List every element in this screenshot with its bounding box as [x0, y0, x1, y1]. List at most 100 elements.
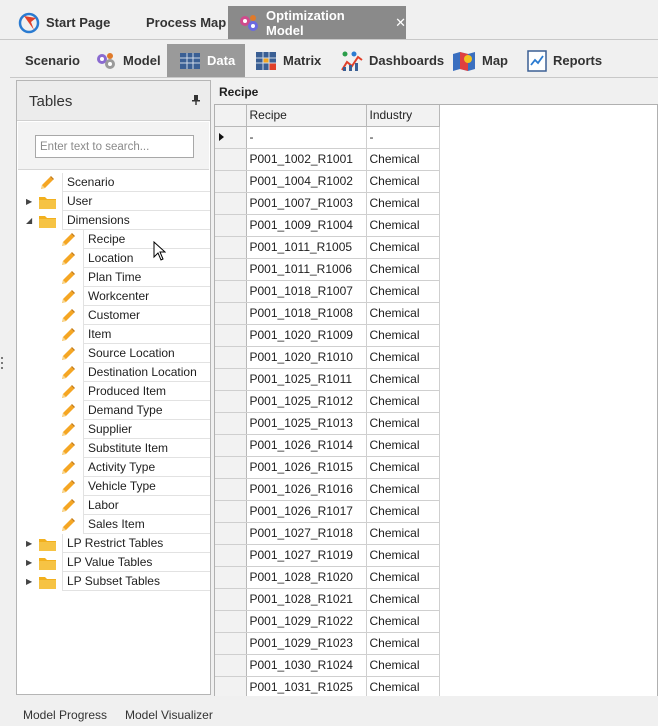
- row-header[interactable]: [215, 500, 247, 523]
- ribbon-scenario-button[interactable]: Scenario: [25, 44, 80, 77]
- table-row[interactable]: P001_1028_R1020 Chemical: [215, 566, 440, 589]
- cell-recipe[interactable]: P001_1027_R1018: [246, 522, 367, 545]
- row-header[interactable]: [215, 258, 247, 281]
- ribbon-dashboards-button[interactable]: Dashboards: [341, 44, 444, 77]
- row-header[interactable]: [215, 522, 247, 545]
- cell-recipe[interactable]: P001_1026_R1015: [246, 456, 367, 479]
- cell-industry[interactable]: Chemical: [366, 258, 440, 281]
- tree-item-scenario[interactable]: Scenario: [17, 173, 210, 192]
- cell-recipe[interactable]: P001_1011_R1005: [246, 236, 367, 259]
- cell-industry[interactable]: Chemical: [366, 412, 440, 435]
- cell-recipe[interactable]: P001_1018_R1007: [246, 280, 367, 303]
- table-row[interactable]: P001_1020_R1009 Chemical: [215, 324, 440, 347]
- splitter-grip[interactable]: [0, 356, 4, 370]
- table-row[interactable]: P001_1011_R1006 Chemical: [215, 258, 440, 281]
- table-row[interactable]: P001_1029_R1022 Chemical: [215, 610, 440, 633]
- tree-item-dimensions[interactable]: ◢ Dimensions: [17, 211, 210, 230]
- cell-recipe[interactable]: P001_1009_R1004: [246, 214, 367, 237]
- cell-industry[interactable]: Chemical: [366, 588, 440, 611]
- table-row[interactable]: P001_1004_R1002 Chemical: [215, 170, 440, 193]
- tab-model-visualizer[interactable]: Model Visualizer: [125, 708, 213, 722]
- cell-recipe[interactable]: P001_1030_R1024: [246, 654, 367, 677]
- tree-item-activity-type[interactable]: Activity Type: [17, 458, 210, 477]
- cell-industry[interactable]: Chemical: [366, 346, 440, 369]
- row-header[interactable]: [215, 588, 247, 611]
- row-header[interactable]: [215, 126, 247, 149]
- cell-industry[interactable]: Chemical: [366, 544, 440, 567]
- row-header[interactable]: [215, 566, 247, 589]
- row-header[interactable]: [215, 632, 247, 655]
- table-row[interactable]: P001_1028_R1021 Chemical: [215, 588, 440, 611]
- cell-recipe[interactable]: P001_1031_R1025: [246, 676, 367, 696]
- tree-item-lp-subset-tables[interactable]: ▶ LP Subset Tables: [17, 572, 210, 591]
- cell-recipe[interactable]: -: [246, 126, 367, 149]
- search-input[interactable]: [35, 135, 194, 158]
- expand-arrow-icon[interactable]: ▶: [26, 577, 32, 586]
- cell-industry[interactable]: Chemical: [366, 214, 440, 237]
- recipe-data-grid[interactable]: Recipe Industry - - P001_1002_R1001 Chemica…: [214, 104, 658, 696]
- table-row[interactable]: P001_1027_R1018 Chemical: [215, 522, 440, 545]
- ribbon-reports-button[interactable]: Reports: [527, 44, 602, 77]
- tree-item-labor[interactable]: Labor: [17, 496, 210, 515]
- tree-item-item[interactable]: Item: [17, 325, 210, 344]
- cell-recipe[interactable]: P001_1026_R1017: [246, 500, 367, 523]
- cell-recipe[interactable]: P001_1004_R1002: [246, 170, 367, 193]
- tree-item-lp-restrict-tables[interactable]: ▶ LP Restrict Tables: [17, 534, 210, 553]
- cell-industry[interactable]: Chemical: [366, 368, 440, 391]
- cell-industry[interactable]: Chemical: [366, 302, 440, 325]
- cell-recipe[interactable]: P001_1029_R1022: [246, 610, 367, 633]
- table-row[interactable]: P001_1025_R1011 Chemical: [215, 368, 440, 391]
- table-row[interactable]: P001_1009_R1004 Chemical: [215, 214, 440, 237]
- row-header[interactable]: [215, 170, 247, 193]
- column-header-industry[interactable]: Industry: [366, 105, 440, 127]
- cell-recipe[interactable]: P001_1007_R1003: [246, 192, 367, 215]
- tree-item-location[interactable]: Location: [17, 249, 210, 268]
- row-header[interactable]: [215, 214, 247, 237]
- row-header[interactable]: [215, 346, 247, 369]
- table-row[interactable]: P001_1007_R1003 Chemical: [215, 192, 440, 215]
- tree-item-supplier[interactable]: Supplier: [17, 420, 210, 439]
- pin-icon[interactable]: [192, 95, 200, 108]
- tab-process-map[interactable]: Process Map: [146, 6, 226, 39]
- cell-industry[interactable]: Chemical: [366, 434, 440, 457]
- cell-industry[interactable]: Chemical: [366, 566, 440, 589]
- tree-item-workcenter[interactable]: Workcenter: [17, 287, 210, 306]
- tree-item-vehicle-type[interactable]: Vehicle Type: [17, 477, 210, 496]
- tree-item-substitute-item[interactable]: Substitute Item: [17, 439, 210, 458]
- table-row[interactable]: P001_1020_R1010 Chemical: [215, 346, 440, 369]
- tree-item-destination-location[interactable]: Destination Location: [17, 363, 210, 382]
- table-row[interactable]: P001_1026_R1016 Chemical: [215, 478, 440, 501]
- row-header[interactable]: [215, 456, 247, 479]
- tree-item-demand-type[interactable]: Demand Type: [17, 401, 210, 420]
- tree-item-user[interactable]: ▶ User: [17, 192, 210, 211]
- table-row[interactable]: P001_1018_R1007 Chemical: [215, 280, 440, 303]
- tree-item-plan-time[interactable]: Plan Time: [17, 268, 210, 287]
- column-header-recipe[interactable]: Recipe: [246, 105, 367, 127]
- cell-industry[interactable]: Chemical: [366, 148, 440, 171]
- cell-recipe[interactable]: P001_1002_R1001: [246, 148, 367, 171]
- cell-recipe[interactable]: P001_1011_R1006: [246, 258, 367, 281]
- row-header[interactable]: [215, 192, 247, 215]
- table-row[interactable]: P001_1011_R1005 Chemical: [215, 236, 440, 259]
- close-icon[interactable]: ✕: [395, 15, 406, 31]
- cell-industry[interactable]: Chemical: [366, 676, 440, 696]
- table-row[interactable]: P001_1002_R1001 Chemical: [215, 148, 440, 171]
- row-header[interactable]: [215, 412, 247, 435]
- cell-industry[interactable]: Chemical: [366, 170, 440, 193]
- cell-industry[interactable]: Chemical: [366, 324, 440, 347]
- row-header[interactable]: [215, 610, 247, 633]
- table-row[interactable]: P001_1030_R1024 Chemical: [215, 654, 440, 677]
- expand-arrow-icon[interactable]: ▶: [26, 539, 32, 548]
- cell-recipe[interactable]: P001_1018_R1008: [246, 302, 367, 325]
- cell-recipe[interactable]: P001_1027_R1019: [246, 544, 367, 567]
- table-row[interactable]: P001_1026_R1014 Chemical: [215, 434, 440, 457]
- cell-industry[interactable]: Chemical: [366, 236, 440, 259]
- row-header[interactable]: [215, 478, 247, 501]
- tree-item-customer[interactable]: Customer: [17, 306, 210, 325]
- cell-recipe[interactable]: P001_1026_R1016: [246, 478, 367, 501]
- collapse-arrow-icon[interactable]: ◢: [26, 216, 32, 225]
- cell-recipe[interactable]: P001_1028_R1020: [246, 566, 367, 589]
- table-row[interactable]: P001_1029_R1023 Chemical: [215, 632, 440, 655]
- cell-recipe[interactable]: P001_1028_R1021: [246, 588, 367, 611]
- tab-start-page[interactable]: Start Page: [18, 6, 110, 39]
